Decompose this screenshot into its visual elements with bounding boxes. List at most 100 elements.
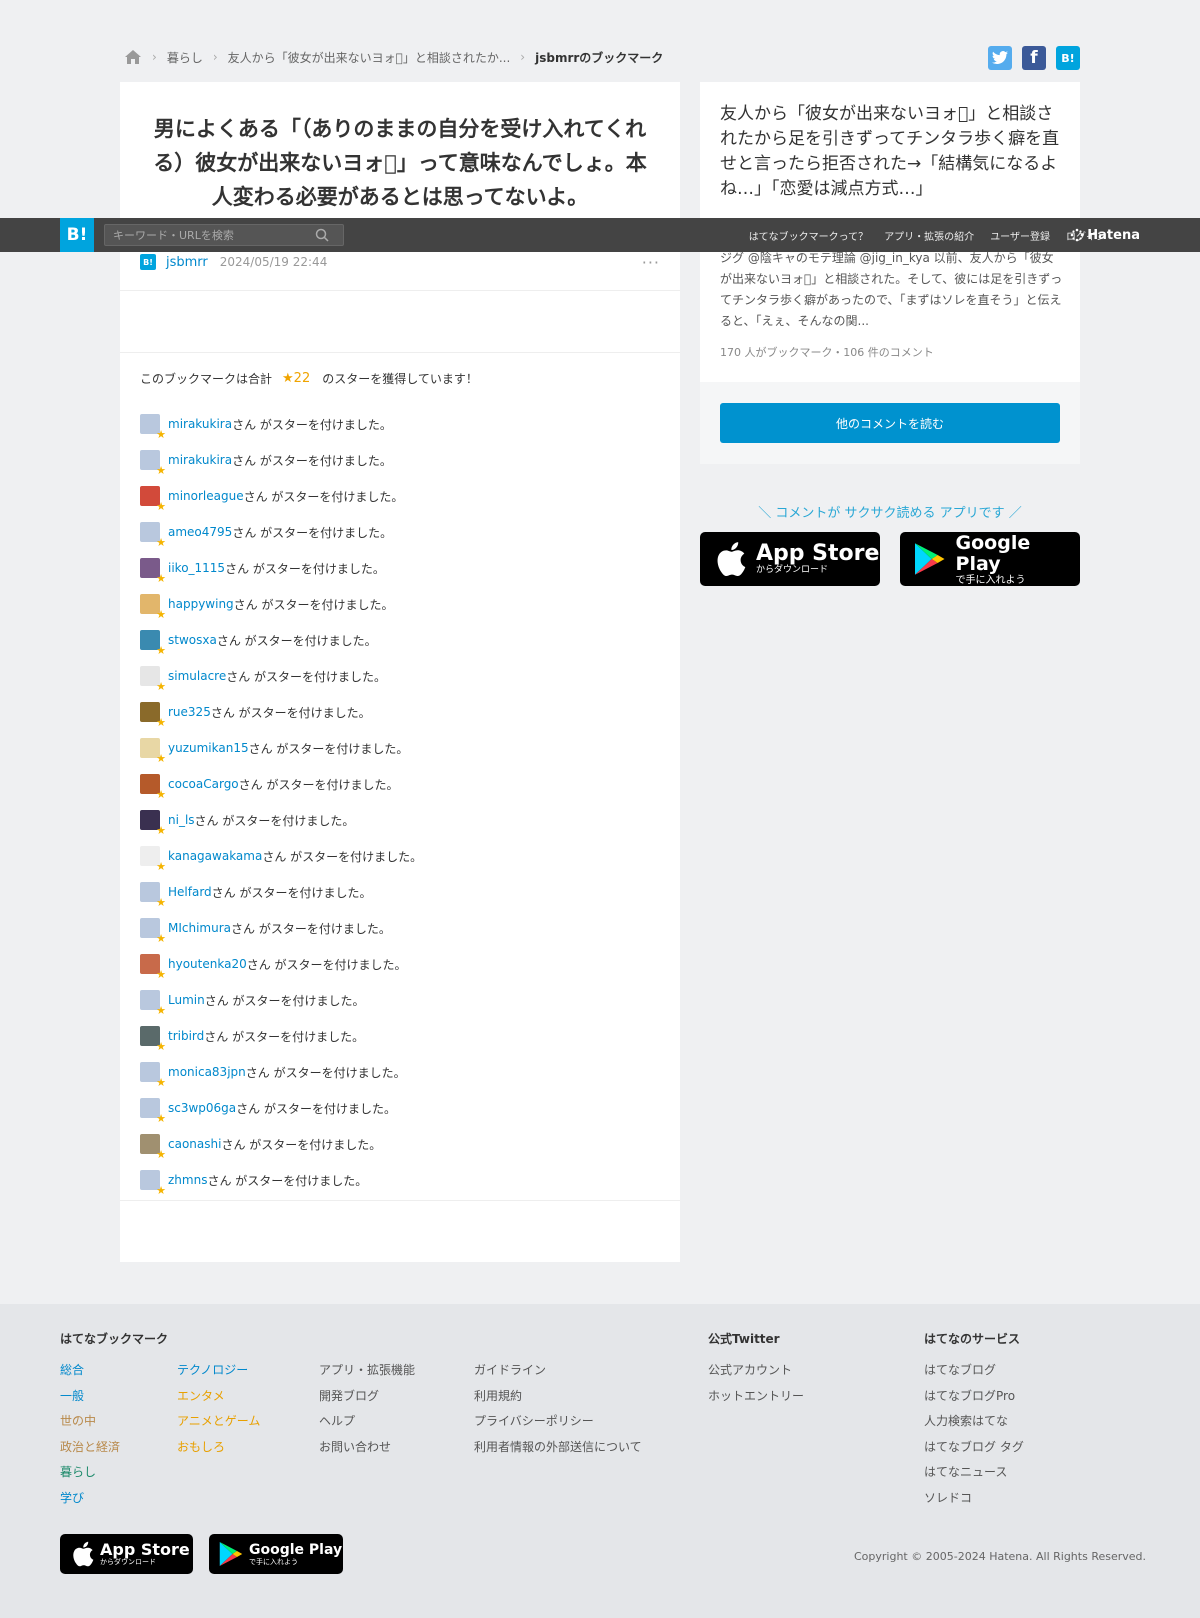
avatar[interactable]: ★ <box>140 846 166 872</box>
footer-link[interactable]: はてなニュース <box>924 1462 1024 1488</box>
avatar[interactable]: ★ <box>140 558 166 584</box>
star-user-link[interactable]: ameo4795 <box>168 525 232 539</box>
search-icon[interactable] <box>315 228 329 242</box>
star-user-row: ★ iiko_1115 さん がスターを付けました。 <box>140 550 660 586</box>
footer-google-play-button[interactable]: Google Play で手に入れよう <box>209 1534 343 1574</box>
avatar[interactable]: ★ <box>140 522 166 548</box>
footer-link[interactable]: ガイドライン <box>474 1360 642 1386</box>
footer-link[interactable]: 世の中 <box>60 1411 120 1437</box>
star-user-link[interactable]: happywing <box>168 597 234 611</box>
read-comments-button[interactable]: 他のコメントを読む <box>720 403 1060 443</box>
star-user-link[interactable]: tribird <box>168 1029 204 1043</box>
avatar[interactable]: ★ <box>140 882 166 908</box>
footer-link[interactable]: 学び <box>60 1488 120 1514</box>
avatar[interactable]: ★ <box>140 1062 166 1088</box>
star-user-link[interactable]: minorleague <box>168 489 244 503</box>
nav-register[interactable]: ユーザー登録 <box>990 228 1050 243</box>
footer-link[interactable]: はてなブログPro <box>924 1386 1024 1412</box>
breadcrumb-entry[interactable]: 友人から「彼女が出来ないヨォ 」と相談されたか... <box>228 49 511 66</box>
avatar[interactable]: ★ <box>140 702 166 728</box>
star-icon: ★ <box>156 860 166 873</box>
footer-link[interactable]: 総合 <box>60 1360 120 1386</box>
avatar[interactable]: ★ <box>140 486 166 512</box>
star-user-link[interactable]: yuzumikan15 <box>168 741 249 755</box>
star-user-row: ★ tribird さん がスターを付けました。 <box>140 1018 660 1054</box>
avatar[interactable]: ★ <box>140 630 166 656</box>
bookmark-user-link[interactable]: jsbmrr <box>166 255 208 270</box>
avatar[interactable]: ★ <box>140 666 166 692</box>
star-user-link[interactable]: monica83jpn <box>168 1065 246 1079</box>
nav-about[interactable]: はてなブックマークって？ <box>749 228 869 243</box>
entry-title-link[interactable]: 友人から「彼女が出来ないヨォ 」と相談されたから足を引きずってチンタラ歩く癖を直… <box>720 102 1065 202</box>
footer-link[interactable]: はてなブログ タグ <box>924 1437 1024 1463</box>
footer-link[interactable]: 政治と経済 <box>60 1437 120 1463</box>
avatar[interactable]: ★ <box>140 414 166 440</box>
home-icon[interactable] <box>124 49 142 65</box>
twitter-share-button[interactable] <box>988 46 1012 70</box>
star-user-link[interactable]: iiko_1115 <box>168 561 225 575</box>
star-user-link[interactable]: MIchimura <box>168 921 231 935</box>
avatar[interactable]: ★ <box>140 1026 166 1052</box>
footer-app-store-button[interactable]: App Store からダウンロード <box>60 1534 193 1574</box>
footer-link[interactable]: プライバシーポリシー <box>474 1411 642 1437</box>
breadcrumb-category[interactable]: 暮らし <box>167 49 203 66</box>
star-user-link[interactable]: rue325 <box>168 705 211 719</box>
avatar[interactable]: ★ <box>140 810 166 836</box>
star-user-row: ★ sc3wp06ga さん がスターを付けました。 <box>140 1090 660 1126</box>
footer-link[interactable]: ホットエントリー <box>708 1386 804 1412</box>
star-user-link[interactable]: hyoutenka20 <box>168 957 247 971</box>
nav-apps[interactable]: アプリ・拡張の紹介 <box>884 228 974 243</box>
footer-link[interactable]: 公式アカウント <box>708 1360 804 1386</box>
footer-link[interactable]: はてなブログ <box>924 1360 1024 1386</box>
footer-link[interactable]: ヘルプ <box>319 1411 415 1437</box>
star-user-link[interactable]: Helfard <box>168 885 212 899</box>
avatar[interactable]: ★ <box>140 450 166 476</box>
avatar[interactable]: ★ <box>140 774 166 800</box>
avatar[interactable]: ★ <box>140 1170 166 1196</box>
avatar[interactable]: ★ <box>140 990 166 1016</box>
facebook-share-button[interactable]: f <box>1022 46 1046 70</box>
footer-link[interactable]: ソレドコ <box>924 1488 1024 1514</box>
footer-link[interactable]: アプリ・拡張機能 <box>319 1360 415 1386</box>
star-icon: ★ <box>156 572 166 585</box>
footer-link[interactable]: アニメとゲーム <box>177 1411 260 1437</box>
star-user-link[interactable]: ni_ls <box>168 813 195 827</box>
footer-link[interactable]: おもしろ <box>177 1437 260 1463</box>
google-play-button[interactable]: Google Play で手に入れよう <box>900 532 1080 586</box>
avatar[interactable]: ★ <box>140 1098 166 1124</box>
star-user-link[interactable]: Lumin <box>168 993 205 1007</box>
footer-link[interactable]: 開発ブログ <box>319 1386 415 1412</box>
footer-link[interactable]: お問い合わせ <box>319 1437 415 1463</box>
star-user-link[interactable]: mirakukira <box>168 453 232 467</box>
footer-link[interactable]: 暮らし <box>60 1462 120 1488</box>
footer-link[interactable]: エンタメ <box>177 1386 260 1412</box>
star-user-link[interactable]: zhmns <box>168 1173 207 1187</box>
star-user-link[interactable]: stwosxa <box>168 633 217 647</box>
footer-link[interactable]: テクノロジー <box>177 1360 260 1386</box>
more-options-icon[interactable]: ··· <box>642 253 660 272</box>
avatar[interactable]: ★ <box>140 1134 166 1160</box>
avatar[interactable]: ★ <box>140 594 166 620</box>
hatena-bookmark-logo[interactable]: B! <box>60 218 94 252</box>
star-user-link[interactable]: kanagawakama <box>168 849 262 863</box>
search-input[interactable] <box>105 228 315 242</box>
footer-link[interactable]: 人力検索はてな <box>924 1411 1024 1437</box>
star-user-link[interactable]: simulacre <box>168 669 226 683</box>
footer-link[interactable]: 一般 <box>60 1386 120 1412</box>
star-user-link[interactable]: mirakukira <box>168 417 232 431</box>
footer-link[interactable]: 利用者情報の外部送信について <box>474 1437 642 1463</box>
star-user-link[interactable]: caonashi <box>168 1137 221 1151</box>
header-nav: はてなブックマークって？ アプリ・拡張の紹介 ユーザー登録 ログイン <box>733 218 1106 252</box>
bookmark-timestamp: 2024/05/19 22:44 <box>219 255 328 269</box>
star-message: さん がスターを付けました。 <box>238 777 399 792</box>
avatar[interactable]: ★ <box>140 954 166 980</box>
hatena-bookmark-share-button[interactable]: B! <box>1056 46 1080 70</box>
footer-link[interactable]: 利用規約 <box>474 1386 642 1412</box>
star-user-link[interactable]: cocoaCargo <box>168 777 239 791</box>
hatena-brand-link[interactable]: Hatena <box>1070 218 1140 252</box>
app-store-button[interactable]: App Store からダウンロード <box>700 532 880 586</box>
bookmark-comment: 男によくある「（ありのままの自分を受け入れてくれる）彼女が出来ないヨォ 」って意… <box>153 117 647 209</box>
avatar[interactable]: ★ <box>140 918 166 944</box>
avatar[interactable]: ★ <box>140 738 166 764</box>
star-user-link[interactable]: sc3wp06ga <box>168 1101 236 1115</box>
